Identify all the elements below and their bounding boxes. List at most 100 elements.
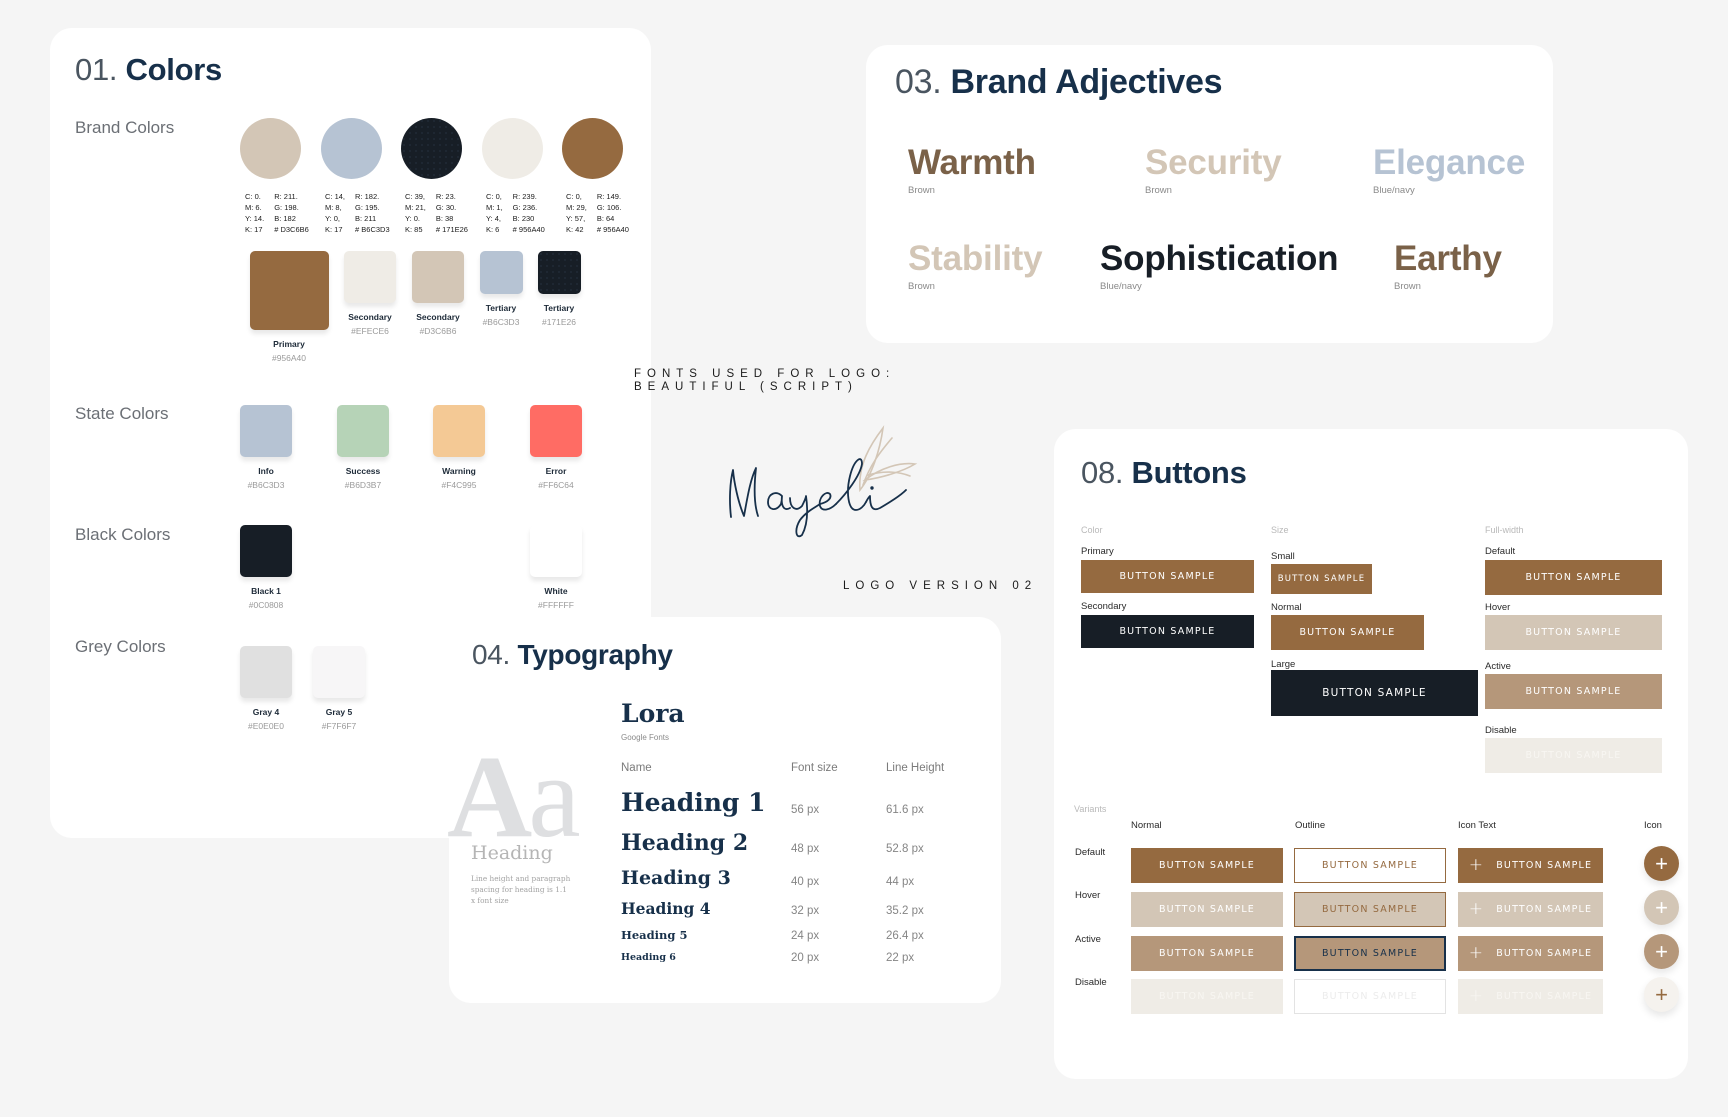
color-spec: C: 0, M: 1, Y: 4, K: 6 R: 239. G: 236. B: 230… <box>486 192 545 234</box>
brand-circle <box>482 118 543 179</box>
label-normal: Normal <box>1271 602 1302 613</box>
swatch-name: Success <box>345 466 381 476</box>
buttons-card: 08. Buttons Color Size Full-width Primar… <box>1054 429 1688 1079</box>
small-button[interactable]: BUTTON SAMPLE <box>1271 564 1372 594</box>
swatch-hex: #EFECE6 <box>351 326 389 336</box>
group-label-variants: Variants <box>1074 804 1107 814</box>
variant-normal-hover-button[interactable]: BUTTON SAMPLE <box>1131 892 1283 927</box>
swatch-hex: #FF6C64 <box>538 480 574 490</box>
swatch-error <box>530 405 582 457</box>
grey-colors-label: Grey Colors <box>75 637 166 656</box>
label-active: Active <box>1485 661 1511 672</box>
swatch-hex: #956A40 <box>271 353 307 363</box>
swatch-name: Gray 4 <box>252 707 280 717</box>
variant-icon-text-hover-button[interactable]: + BUTTON SAMPLE <box>1458 892 1603 927</box>
variant-outline-active-button[interactable]: BUTTON SAMPLE <box>1294 936 1446 971</box>
swatch-gray-5 <box>313 646 365 698</box>
swatch-warning <box>433 405 485 457</box>
variant-icon-text-active-button[interactable]: + BUTTON SAMPLE <box>1458 936 1603 971</box>
full-width-default-button[interactable]: BUTTON SAMPLE <box>1485 560 1662 595</box>
swatch-hex: #F7F6F7 <box>321 721 357 731</box>
large-button[interactable]: BUTTON SAMPLE <box>1271 670 1478 716</box>
primary-button[interactable]: BUTTON SAMPLE <box>1081 560 1254 593</box>
type-specimen: Aa <box>447 731 581 862</box>
brand-circle <box>240 118 301 179</box>
brand-circle <box>562 118 623 179</box>
icon-default-button[interactable]: + <box>1644 846 1679 881</box>
icon-hover-button[interactable]: + <box>1644 890 1679 925</box>
logo-wordmark <box>720 420 940 540</box>
brand-circle <box>321 118 382 179</box>
variant-icon-text-disabled-button: + BUTTON SAMPLE <box>1458 979 1603 1014</box>
icon-active-button[interactable]: + <box>1644 934 1679 969</box>
variant-outline-hover-button[interactable]: BUTTON SAMPLE <box>1294 892 1446 927</box>
heading-note: Line height and paragraph spacing for he… <box>471 874 571 905</box>
state-colors-label: State Colors <box>75 404 169 423</box>
section-number: 04. <box>472 639 511 670</box>
variant-col-outline: Outline <box>1295 820 1326 831</box>
section-name: Brand Adjectives <box>950 63 1223 101</box>
font-source: Google Fonts <box>621 733 670 742</box>
label-default: Default <box>1485 546 1516 557</box>
variant-row-active: Active <box>1075 934 1101 945</box>
colors-title: 01. Colors <box>75 52 222 88</box>
plus-icon: + <box>1468 855 1485 875</box>
swatch-hex: #B6D3B7 <box>344 480 382 490</box>
logo-fonts-line-1: FONTS USED FOR LOGO: <box>634 368 896 380</box>
swatch-name: Error <box>545 466 567 476</box>
brand-circle <box>401 118 462 179</box>
adjective-warmth: Warmth Brown <box>908 143 1036 196</box>
adjective-sophistication: Sophistication Blue/navy <box>1100 239 1339 292</box>
swatch-name: White <box>544 586 568 596</box>
heading-sample: Heading <box>471 842 553 864</box>
variant-col-normal: Normal <box>1131 820 1162 831</box>
variant-row-default: Default <box>1075 847 1106 858</box>
swatch-gray-4 <box>240 646 292 698</box>
column-header-line-height: Line Height <box>886 762 945 774</box>
full-width-hover-button[interactable]: BUTTON SAMPLE <box>1485 615 1662 650</box>
swatch-info <box>240 405 292 457</box>
variant-col-icon-text: Icon Text <box>1458 820 1496 831</box>
adjective-elegance: Elegance Blue/navy <box>1373 143 1526 196</box>
full-width-disabled-button: BUTTON SAMPLE <box>1485 738 1662 773</box>
swatch-secondary <box>344 251 396 303</box>
adjective-security: Security Brown <box>1145 143 1282 196</box>
section-name: Colors <box>125 52 223 87</box>
normal-button[interactable]: BUTTON SAMPLE <box>1271 615 1424 650</box>
swatch-name: Secondary <box>416 312 460 322</box>
full-width-active-button[interactable]: BUTTON SAMPLE <box>1485 674 1662 709</box>
leaf-icon <box>859 425 918 493</box>
section-number: 03. <box>895 63 942 101</box>
variant-normal-active-button[interactable]: BUTTON SAMPLE <box>1131 936 1283 971</box>
swatch-primary <box>250 251 329 330</box>
plus-icon: + <box>1468 986 1485 1006</box>
group-label-full-width: Full-width <box>1485 525 1524 535</box>
variant-icon-text-default-button[interactable]: + BUTTON SAMPLE <box>1458 848 1603 883</box>
swatch-name: Secondary <box>348 312 392 322</box>
plus-icon: + <box>1655 938 1668 964</box>
swatch-black-1 <box>240 525 292 577</box>
plus-icon: + <box>1468 943 1485 963</box>
brand-adjectives-card: 03. Brand Adjectives Warmth Brown Securi… <box>866 45 1553 343</box>
swatch-hex: #B6C3D3 <box>482 317 520 327</box>
swatch-tertiary-2 <box>538 251 581 294</box>
variant-col-icon: Icon <box>1644 820 1662 831</box>
color-spec: C: 14, M: 8, Y: 0, K: 17 R: 182. G: 195. B: 2… <box>325 192 390 234</box>
black-colors-label: Black Colors <box>75 525 171 544</box>
swatch-success <box>337 405 389 457</box>
label-hover: Hover <box>1485 602 1511 613</box>
typography-title: 04. Typography <box>472 639 673 671</box>
variant-outline-disabled-button: BUTTON SAMPLE <box>1294 979 1446 1014</box>
swatch-name: Tertiary <box>543 303 575 313</box>
secondary-button[interactable]: BUTTON SAMPLE <box>1081 615 1254 648</box>
variant-outline-default-button[interactable]: BUTTON SAMPLE <box>1294 848 1446 883</box>
color-spec: C: 0, M: 29, Y: 57, K: 42 R: 149. G: 106. B: … <box>566 192 629 234</box>
swatch-name: Gray 5 <box>325 707 353 717</box>
color-spec: C: 39, M: 21, Y: 0. K: 85 R: 23. G: 30. B: 38… <box>405 192 468 234</box>
swatch-secondary-2 <box>412 251 464 303</box>
swatch-hex: #0C0808 <box>248 600 284 610</box>
variant-normal-default-button[interactable]: BUTTON SAMPLE <box>1131 848 1283 883</box>
buttons-title: 08. Buttons <box>1081 455 1247 491</box>
plus-icon: + <box>1655 850 1668 876</box>
adjective-earthy: Earthy Brown <box>1394 239 1502 292</box>
